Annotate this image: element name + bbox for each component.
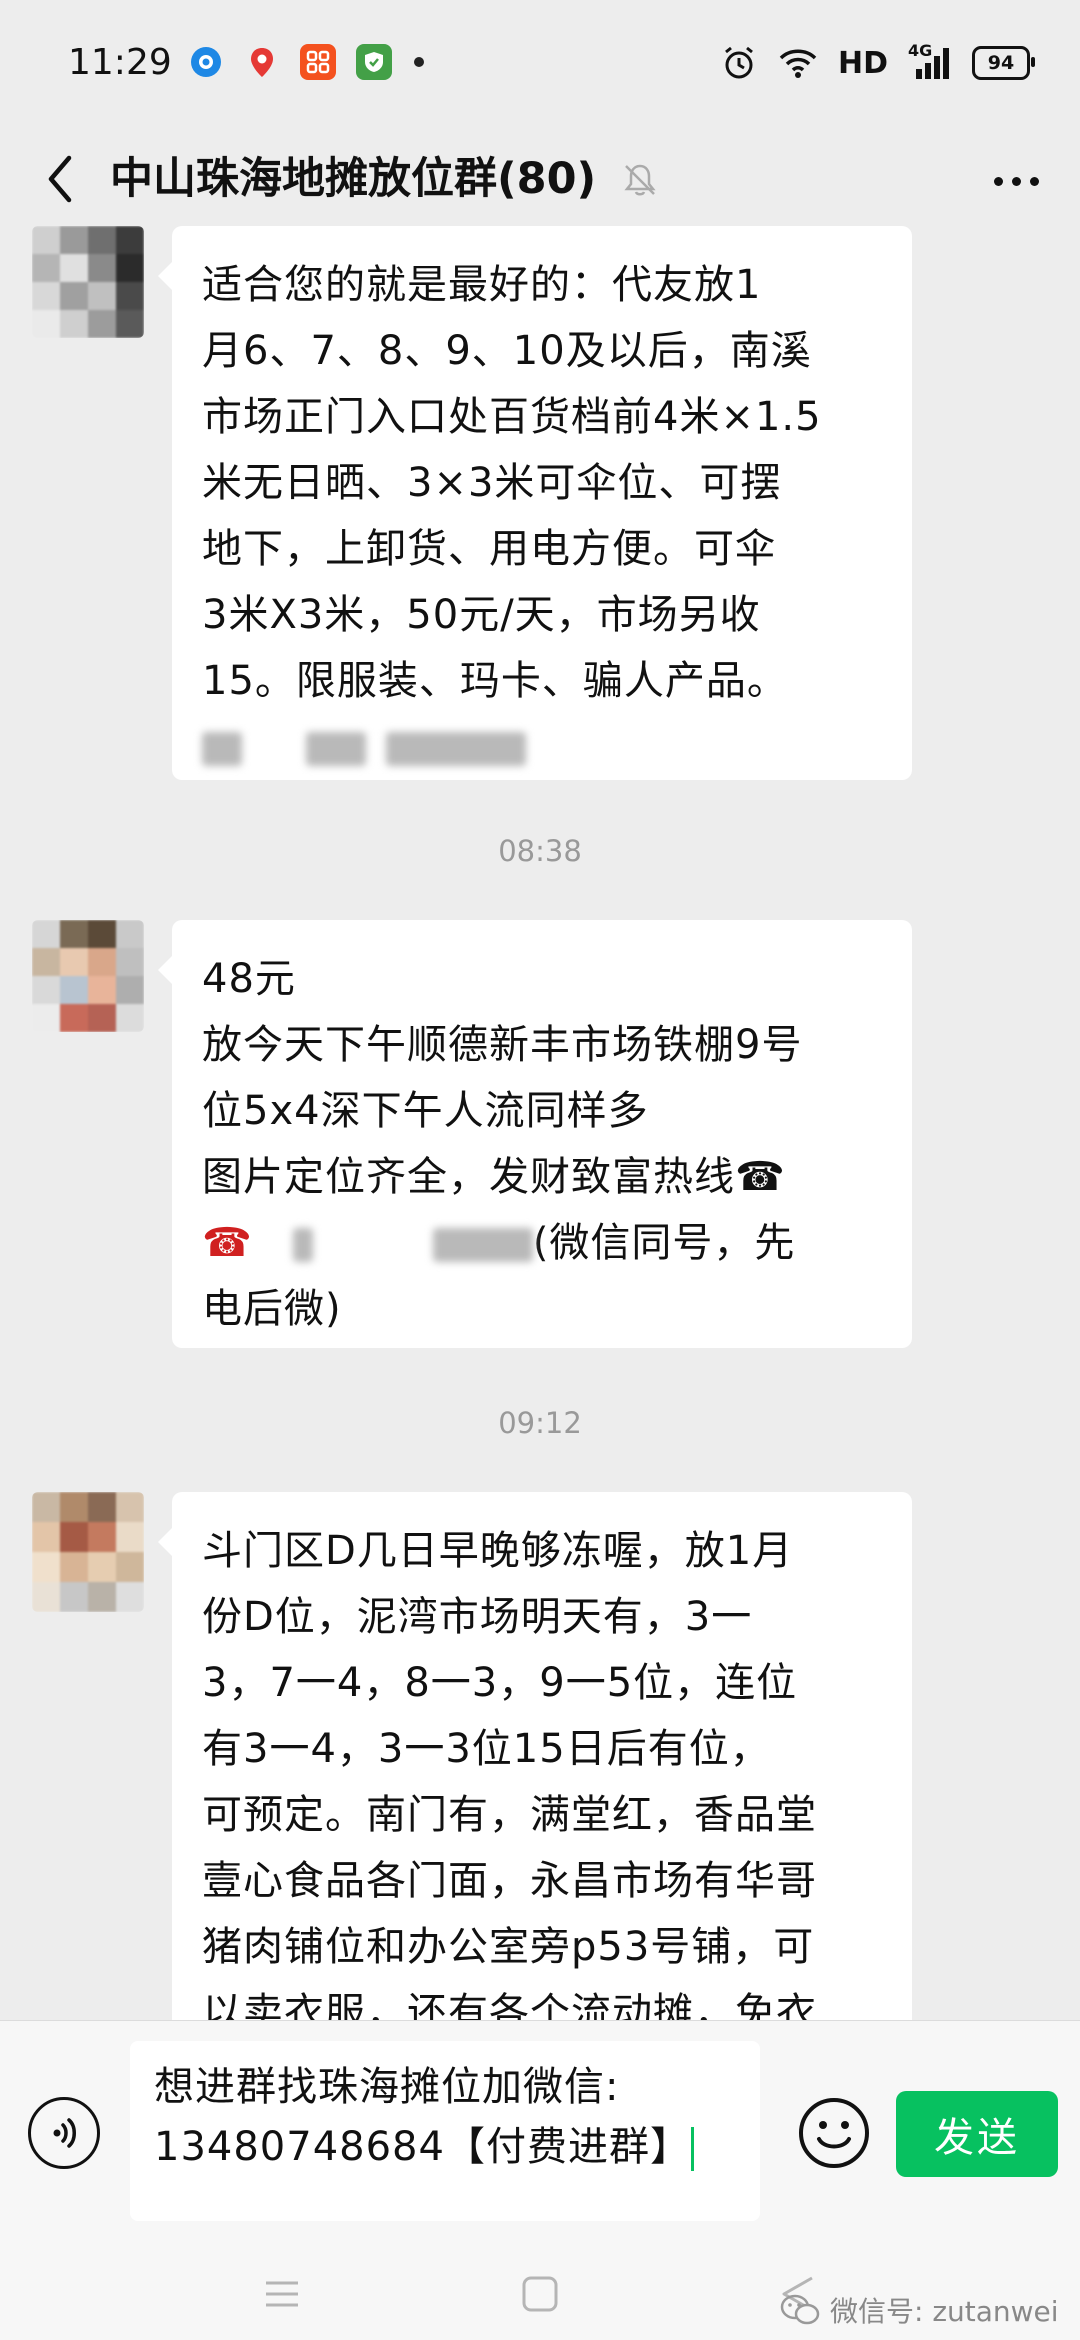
chat-header: 中山珠海地摊放位群(80) [0, 130, 1080, 226]
voice-icon [53, 2118, 76, 2148]
chevron-left-icon [48, 155, 72, 203]
timestamp: 09:12 [498, 1406, 582, 1440]
send-button[interactable]: 发送 [896, 2091, 1058, 2177]
message-bubble[interactable]: 适合您的就是最好的：代友放1 月6、7、8、9、10及以后，南溪 市场正门入口处… [158, 226, 912, 780]
text-caret [690, 2127, 694, 2171]
avatar[interactable] [32, 920, 144, 1032]
signal-icon: 4G [908, 41, 952, 81]
voice-input-button[interactable] [28, 2097, 100, 2169]
home-icon[interactable] [520, 2274, 560, 2314]
system-navigation-bar: 微信号: zutanwei [0, 2270, 1080, 2340]
message-bubble[interactable]: 斗门区D几日早晚够冻喔，放1月 份D位，泥湾市场明天有，3一 3，7一4，8一3… [158, 1492, 912, 2020]
smiley-icon [799, 2098, 869, 2168]
store-notification-icon [300, 44, 336, 80]
notification-icons [188, 44, 424, 80]
message-input[interactable]: 想进群找珠海摊位加微信: 13480748684【付费进群】 [130, 2041, 760, 2221]
message-bubble[interactable]: 48元 放今天下午顺德新丰市场铁棚9号 位5x4深下午人流同样多 图片定位齐全，… [158, 920, 912, 1348]
map-notification-icon [244, 44, 280, 80]
chat-title: 中山珠海地摊放位群(80) [110, 154, 597, 204]
wechat-icon [780, 2294, 820, 2325]
battery-icon: 94 [972, 46, 1035, 80]
chat-messages[interactable]: 适合您的就是最好的：代友放1 月6、7、8、9、10及以后，南溪 市场正门入口处… [0, 226, 1080, 2020]
telephone-icon: ☎ [202, 1220, 253, 1266]
menu-icon[interactable] [262, 2274, 302, 2314]
emoji-button[interactable] [796, 2095, 872, 2171]
alarm-icon [725, 46, 753, 79]
more-notifications-icon [414, 57, 424, 67]
wifi-icon [779, 49, 817, 78]
security-notification-icon [356, 44, 392, 80]
status-right: HD 4G 94 [720, 41, 1035, 82]
redacted-phone [202, 714, 882, 780]
avatar[interactable] [32, 226, 144, 338]
more-options-button[interactable] [986, 156, 1046, 206]
avatar[interactable] [32, 1492, 144, 1612]
mute-bell-icon [624, 164, 656, 196]
input-bar: 想进群找珠海摊位加微信: 13480748684【付费进群】 发送 [0, 2020, 1080, 2271]
redacted-phone [292, 1228, 313, 1262]
back-button[interactable] [30, 144, 90, 214]
timestamp: 08:38 [498, 834, 582, 868]
status-bar: 11:29 HD 4G 94 [0, 0, 1080, 130]
browser-notification-icon [188, 44, 224, 80]
watermark: 微信号: zutanwei [780, 2290, 1059, 2330]
network-type-label: HD [837, 45, 888, 81]
status-time: 11:29 [68, 42, 172, 83]
